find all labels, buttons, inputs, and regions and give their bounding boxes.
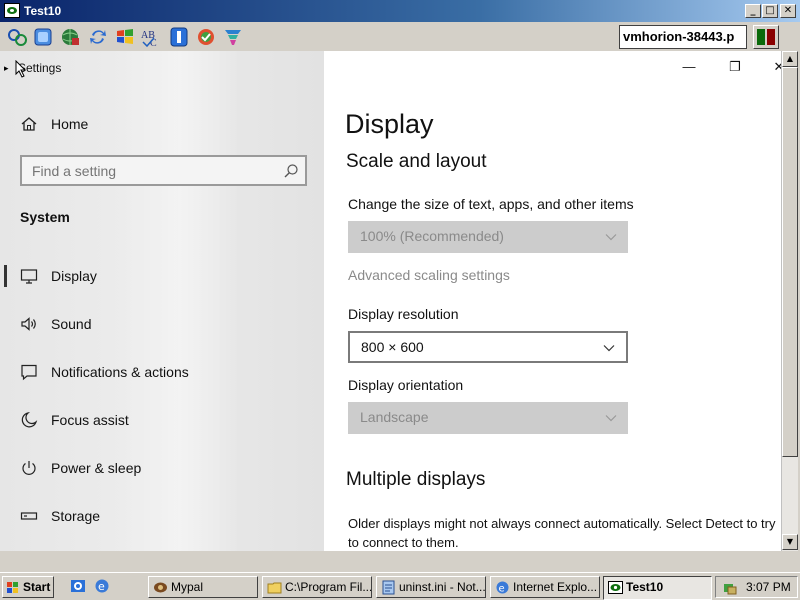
scroll-thumb[interactable]	[782, 67, 798, 457]
orientation-value: Landscape	[360, 409, 429, 425]
chevron-down-icon	[605, 415, 617, 422]
chevron-down-icon	[605, 234, 617, 241]
system-section-heading: System	[20, 209, 70, 225]
ie-icon: e	[496, 581, 509, 595]
scroll-up-arrow-icon[interactable]: ▲	[782, 51, 798, 67]
chevron-down-icon	[603, 345, 615, 352]
minimize-button[interactable]: _	[745, 4, 761, 18]
record-button[interactable]	[753, 25, 779, 49]
notification-icon	[21, 364, 37, 381]
horizontal-scroll-area	[0, 551, 800, 572]
selected-indicator	[4, 265, 7, 287]
info-icon[interactable]	[168, 26, 190, 48]
scale-layout-heading: Scale and layout	[346, 151, 487, 172]
scale-label: Change the size of text, apps, and other…	[348, 196, 634, 212]
close-button[interactable]: ✕	[780, 4, 796, 18]
monitor-icon	[20, 269, 38, 284]
vnc-app-icon[interactable]	[4, 3, 20, 18]
spell-check-icon[interactable]: AB C	[140, 26, 162, 49]
page-title: Display	[345, 109, 434, 139]
task-explorer[interactable]: C:\Program Fil...	[262, 576, 372, 598]
nav-home-label: Home	[51, 116, 89, 132]
nav-focus-assist-label: Focus assist	[51, 412, 129, 428]
settings-restore-button[interactable]: ❐	[725, 59, 745, 75]
scale-value: 100% (Recommended)	[360, 228, 504, 244]
nav-display[interactable]: Display	[0, 253, 324, 299]
advanced-scaling-link[interactable]: Advanced scaling settings	[348, 267, 510, 283]
vnc-icon	[608, 581, 623, 594]
mouse-pointer-icon	[15, 60, 27, 78]
speaker-icon	[21, 317, 36, 331]
mypal-icon	[154, 582, 167, 593]
scroll-down-arrow-icon[interactable]: ▼	[782, 534, 798, 550]
storage-icon	[20, 512, 38, 520]
find-setting-search[interactable]	[20, 155, 307, 186]
task-mypal-label: Mypal	[171, 580, 204, 594]
scale-dropdown[interactable]: 100% (Recommended)	[348, 221, 628, 253]
transfer-icon[interactable]	[87, 26, 109, 48]
task-notepad-label: uninst.ini - Not...	[399, 580, 486, 594]
nav-sound-label: Sound	[51, 316, 92, 332]
connection-options-icon[interactable]	[6, 26, 28, 48]
task-ie-label: Internet Explo...	[513, 580, 598, 594]
refresh-icon[interactable]	[32, 26, 54, 48]
quicklaunch-ie-icon[interactable]	[70, 578, 86, 594]
nav-notifications[interactable]: Notifications & actions	[0, 349, 324, 395]
power-icon	[22, 461, 36, 475]
nav-display-label: Display	[51, 268, 97, 284]
task-mypal[interactable]: Mypal	[148, 576, 258, 598]
display-settings-pane: — ❐ ✕ Display Scale and layout Change th…	[324, 51, 781, 551]
moon-icon	[21, 411, 38, 428]
notepad-icon	[382, 580, 395, 595]
network-tray-icon[interactable]	[722, 580, 738, 596]
window-titlebar: Test10 _ □ ✕	[0, 0, 800, 22]
task-notepad[interactable]: uninst.ini - Not...	[376, 576, 486, 598]
resolution-value: 800 × 600	[361, 339, 424, 355]
task-vnc-label: Test10	[626, 580, 664, 594]
svg-text:e: e	[499, 584, 505, 595]
multiple-displays-description: Older displays might not always connect …	[348, 516, 776, 550]
home-icon	[21, 117, 37, 131]
nav-focus-assist[interactable]: Focus assist	[0, 397, 324, 443]
search-icon[interactable]	[283, 163, 299, 179]
tools-icon[interactable]	[222, 26, 244, 48]
nav-notifications-label: Notifications & actions	[51, 364, 189, 380]
taskbar: Start e Mypal C:\Program Fil... uninst.i…	[0, 572, 800, 600]
nav-home[interactable]: Home	[0, 101, 324, 147]
nav-sound[interactable]: Sound	[0, 301, 324, 347]
taskbar-clock[interactable]: 3:07 PM	[746, 580, 791, 594]
start-button[interactable]: Start	[2, 576, 54, 598]
remote-viewport[interactable]: ▸ Settings Home System Display Sound Not…	[0, 51, 781, 551]
window-title: Test10	[24, 4, 62, 18]
resolution-dropdown[interactable]: 800 × 600	[348, 331, 628, 363]
start-label: Start	[23, 580, 51, 594]
host-address-field[interactable]: vmhorion-38443.p	[619, 25, 747, 49]
windows-flag-icon	[7, 582, 18, 593]
task-internet-explorer[interactable]: e Internet Explo...	[490, 576, 600, 598]
search-input[interactable]	[32, 162, 272, 180]
maximize-button[interactable]: □	[762, 4, 778, 18]
nav-storage-label: Storage	[51, 508, 101, 524]
orientation-dropdown[interactable]: Landscape	[348, 402, 628, 434]
settings-close-button[interactable]: ✕	[769, 59, 781, 75]
windows-logo-icon[interactable]	[114, 26, 136, 48]
quicklaunch-browser-icon[interactable]: e	[94, 578, 110, 594]
system-tray: 3:07 PM	[715, 576, 798, 598]
text-cursor-icon: ▸	[4, 63, 9, 73]
svg-text:e: e	[98, 580, 105, 593]
nav-storage[interactable]: Storage	[0, 493, 324, 539]
folder-icon	[267, 582, 282, 594]
settings-nav-pane: ▸ Settings Home System Display Sound Not…	[0, 51, 324, 551]
nav-power-sleep[interactable]: Power & sleep	[0, 445, 324, 491]
multiple-displays-heading: Multiple displays	[346, 469, 486, 490]
task-vnc-test10[interactable]: Test10	[603, 576, 712, 600]
task-explorer-label: C:\Program Fil...	[285, 580, 372, 594]
vertical-scrollbar[interactable]: ▲ ▼	[781, 51, 798, 551]
resolution-label: Display resolution	[348, 306, 459, 322]
orientation-label: Display orientation	[348, 377, 464, 393]
chat-icon[interactable]	[195, 26, 217, 48]
settings-minimize-button[interactable]: —	[679, 59, 699, 75]
nav-power-sleep-label: Power & sleep	[51, 460, 142, 476]
globe-icon[interactable]	[59, 26, 81, 48]
